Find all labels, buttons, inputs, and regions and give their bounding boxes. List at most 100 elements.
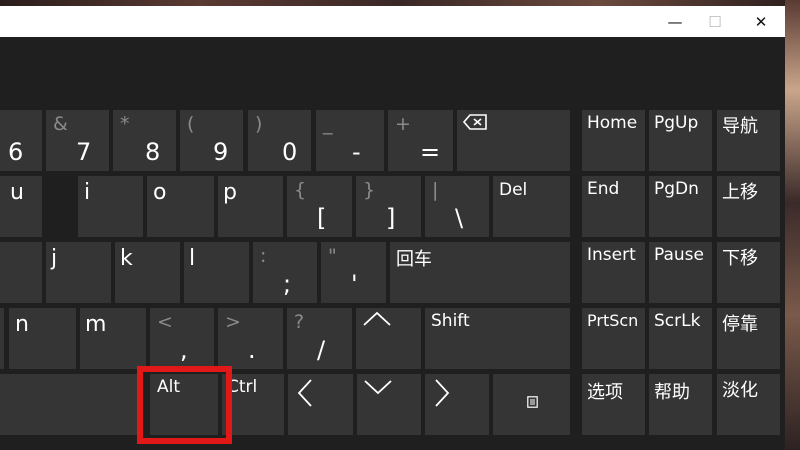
key-9[interactable]: ( 9 — [180, 110, 243, 171]
key-label: 上移 — [722, 182, 758, 203]
key-label: PgDn — [654, 179, 699, 199]
key-ctrl[interactable]: Ctrl — [222, 374, 284, 435]
key-i[interactable]: i — [78, 176, 143, 237]
key-7[interactable]: & 7 — [46, 110, 109, 171]
key-label: Alt — [157, 377, 181, 397]
key-quote[interactable]: " ' — [321, 242, 386, 303]
key-left-bracket[interactable]: { [ — [287, 176, 352, 237]
key-insert[interactable]: Insert — [582, 242, 645, 303]
close-icon: ✕ — [754, 12, 768, 31]
key-slash[interactable]: ? / — [287, 308, 352, 369]
key-label: 9 — [213, 138, 229, 166]
key-label: 6 — [8, 138, 24, 166]
key-label: 回车 — [396, 249, 432, 270]
key-right-bracket[interactable]: } ] — [356, 176, 421, 237]
key-b[interactable] — [0, 308, 4, 369]
key-shift-label: : — [260, 245, 267, 267]
key-label: 下移 — [722, 248, 758, 269]
arrow-left-icon — [297, 379, 312, 407]
key-label: ] — [386, 204, 396, 232]
key-n[interactable]: n — [9, 308, 76, 369]
key-k[interactable]: k — [115, 242, 180, 303]
key-0[interactable]: ) 0 — [248, 110, 311, 171]
key-label: Insert — [587, 245, 636, 265]
key-label: PrtScn — [587, 311, 639, 330]
key-arrow-up[interactable] — [356, 308, 421, 369]
key-label: o — [153, 180, 167, 205]
key-label: l — [189, 246, 196, 271]
title-bar: — ☐ ✕ — [0, 6, 785, 37]
key-comma[interactable]: < , — [150, 308, 214, 369]
key-options[interactable]: 选项 — [582, 374, 645, 435]
key-shift-label: > — [225, 311, 241, 333]
key-move-down[interactable]: 下移 — [717, 242, 780, 303]
maximize-icon: ☐ — [708, 12, 722, 31]
key-6[interactable]: 6 — [0, 110, 42, 171]
key-enter[interactable]: 回车 — [390, 242, 570, 303]
key-label: = — [420, 138, 441, 166]
key-label: 导航 — [722, 116, 758, 137]
key-shift-label: * — [120, 113, 130, 135]
key-label: 帮助 — [654, 382, 690, 403]
key-j[interactable]: j — [46, 242, 111, 303]
key-label: j — [51, 246, 58, 271]
key-space[interactable] — [0, 374, 137, 435]
key-end[interactable]: End — [582, 176, 645, 237]
key-shift-label: { — [294, 179, 307, 201]
key-arrow-right[interactable] — [425, 374, 489, 435]
key-minus[interactable]: _ - — [316, 110, 384, 171]
key-label: , — [180, 336, 188, 364]
key-shift-label: < — [157, 311, 173, 333]
key-m[interactable]: m — [80, 308, 146, 369]
maximize-button[interactable]: ☐ — [692, 6, 738, 37]
key-shift-label: ) — [255, 113, 263, 135]
key-label: i — [84, 180, 91, 205]
key-period[interactable]: > . — [218, 308, 283, 369]
key-shift-label: } — [363, 179, 376, 201]
key-l[interactable]: l — [184, 242, 249, 303]
key-pgup[interactable]: PgUp — [649, 110, 712, 171]
key-pgdn[interactable]: PgDn — [649, 176, 712, 237]
key-nav[interactable]: 导航 — [717, 110, 780, 171]
key-backspace[interactable] — [457, 110, 570, 171]
key-del[interactable]: Del — [493, 176, 570, 237]
key-label: / — [317, 336, 326, 364]
key-menu[interactable] — [493, 374, 570, 435]
key-dock[interactable]: 停靠 — [717, 308, 780, 369]
key-scrlk[interactable]: ScrLk — [649, 308, 712, 369]
key-label: 0 — [282, 138, 298, 166]
key-label: Shift — [431, 311, 470, 331]
key-fade[interactable]: 淡化 — [717, 374, 780, 435]
key-label: - — [352, 138, 361, 166]
key-o[interactable]: o — [147, 176, 214, 237]
key-arrow-down[interactable] — [357, 374, 421, 435]
key-h[interactable] — [0, 242, 42, 303]
key-8[interactable]: * 8 — [113, 110, 176, 171]
key-home[interactable]: Home — [582, 110, 645, 171]
key-label: ScrLk — [654, 311, 701, 331]
key-label: Pause — [654, 245, 704, 265]
key-equals[interactable]: + = — [388, 110, 453, 171]
key-label: PgUp — [654, 113, 699, 133]
key-u[interactable]: u — [0, 176, 42, 237]
key-move-up[interactable]: 上移 — [717, 176, 780, 237]
key-help[interactable]: 帮助 — [649, 374, 712, 435]
key-alt[interactable]: Alt — [150, 374, 218, 435]
key-label: \ — [455, 204, 464, 232]
key-label: Del — [499, 180, 528, 200]
key-shift-label: & — [53, 113, 68, 135]
key-shift-label: _ — [323, 113, 333, 135]
key-semicolon[interactable]: : ; — [253, 242, 317, 303]
key-shift-right[interactable]: Shift — [425, 308, 570, 369]
key-label: m — [85, 312, 107, 337]
key-p[interactable]: p — [218, 176, 283, 237]
key-backslash[interactable]: | \ — [425, 176, 489, 237]
key-prtscn[interactable]: PrtScn — [582, 308, 645, 369]
key-arrow-left[interactable] — [288, 374, 353, 435]
key-label: Ctrl — [227, 377, 258, 397]
key-label: u — [10, 180, 24, 205]
arrow-right-icon — [435, 379, 450, 407]
key-shift-label: ( — [187, 113, 195, 135]
key-pause[interactable]: Pause — [649, 242, 712, 303]
close-button[interactable]: ✕ — [738, 6, 784, 37]
